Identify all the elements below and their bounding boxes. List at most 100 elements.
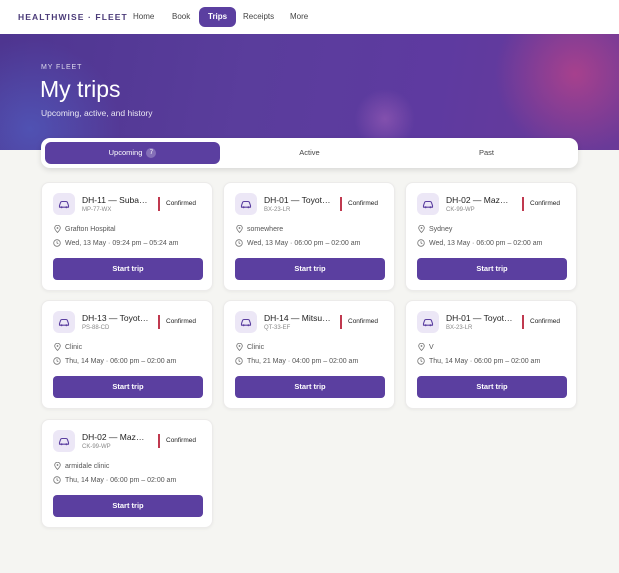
vehicle-plate: CK-99-WP: [82, 444, 111, 450]
tab-past[interactable]: Past: [399, 142, 574, 164]
car-icon: [235, 311, 257, 333]
map-pin-icon: [53, 462, 61, 470]
map-pin-icon: [53, 343, 61, 351]
trip-card: DH-02 — Mazda ... CK-99-WP Confirmed arm…: [41, 419, 213, 528]
vehicle-title: DH-01 — Toyota ...: [264, 195, 331, 205]
trip-time-text: Wed, 13 May · 06:00 pm – 02:00 am: [247, 239, 361, 247]
vehicle-plate: PS-88-CD: [82, 325, 110, 331]
clock-icon: [235, 239, 243, 247]
trip-location-text: armidale clinic: [65, 462, 110, 470]
trip-location: somewhere: [235, 225, 283, 233]
vehicle-plate: BX-23-LR: [264, 207, 291, 213]
clock-icon: [53, 239, 61, 247]
trip-time-text: Wed, 13 May · 09:24 pm – 05:24 am: [65, 239, 179, 247]
map-pin-icon: [53, 225, 61, 233]
start-trip-button[interactable]: Start trip: [417, 376, 567, 398]
vehicle-plate: BX-23-LR: [446, 325, 473, 331]
trip-location: Grafton Hospital: [53, 225, 116, 233]
map-pin-icon: [235, 225, 243, 233]
nav-trips[interactable]: Trips: [199, 7, 237, 27]
trip-time: Thu, 14 May · 06:00 pm – 02:00 am: [53, 357, 176, 365]
trip-location-text: Grafton Hospital: [65, 225, 116, 233]
trip-location-text: somewhere: [247, 225, 284, 233]
trip-tabs: Upcoming 7 Active Past: [41, 138, 578, 168]
trip-time: Thu, 14 May · 06:00 pm – 02:00 am: [53, 476, 176, 484]
vehicle-title: DH-02 — Mazda ...: [446, 195, 513, 205]
trip-card: DH-14 — Mitsubi... QT-33-EF Confirmed Cl…: [223, 300, 395, 409]
tab-upcoming-label: Upcoming: [108, 148, 143, 157]
car-icon: [417, 193, 439, 215]
status-badge: Confirmed: [158, 434, 200, 448]
vehicle-plate: CK-99-WP: [446, 207, 475, 213]
car-icon: [235, 193, 257, 215]
trip-location: Clinic: [53, 343, 82, 351]
trip-time-text: Thu, 14 May · 06:00 pm – 02:00 am: [429, 357, 541, 365]
page-title: My trips: [40, 76, 121, 102]
tab-active[interactable]: Active: [222, 142, 397, 164]
tab-upcoming-count: 7: [146, 148, 157, 159]
map-pin-icon: [417, 225, 425, 233]
trip-location: armidale clinic: [53, 462, 109, 470]
tab-past-label: Past: [478, 148, 494, 157]
start-trip-button[interactable]: Start trip: [235, 376, 385, 398]
clock-icon: [53, 476, 61, 484]
top-nav: HEALTHWISE · FLEET Home Book Trips Recei…: [0, 0, 619, 34]
trip-location-text: Clinic: [247, 343, 265, 351]
status-badge: Confirmed: [340, 197, 382, 211]
trip-card: DH-02 — Mazda ... CK-99-WP Confirmed Syd…: [405, 182, 577, 291]
nav-more[interactable]: More: [281, 7, 317, 27]
trip-card: DH-11 — Subaru ... MP-77-WX Confirmed Gr…: [41, 182, 213, 291]
nav-home[interactable]: Home: [124, 7, 163, 27]
car-icon: [417, 311, 439, 333]
nav-book[interactable]: Book: [163, 7, 199, 27]
start-trip-button[interactable]: Start trip: [235, 258, 385, 280]
hero-eyebrow: MY FLEET: [41, 64, 83, 71]
trip-time-text: Thu, 21 May · 04:00 pm – 02:00 am: [247, 357, 359, 365]
vehicle-title: DH-11 — Subaru ...: [82, 195, 149, 205]
trip-location-text: V: [429, 343, 434, 351]
status-badge: Confirmed: [158, 315, 200, 329]
clock-icon: [235, 357, 243, 365]
trip-time: Wed, 13 May · 09:24 pm – 05:24 am: [53, 239, 179, 247]
nav-receipts[interactable]: Receipts: [234, 7, 283, 27]
vehicle-title: DH-14 — Mitsubi...: [264, 313, 331, 323]
tab-active-label: Active: [299, 148, 320, 157]
trip-location-text: Clinic: [65, 343, 83, 351]
trip-location: Sydney: [417, 225, 452, 233]
car-icon: [53, 430, 75, 452]
trip-time: Thu, 14 May · 06:00 pm – 02:00 am: [417, 357, 540, 365]
status-badge: Confirmed: [522, 197, 564, 211]
trip-location: V: [417, 343, 434, 351]
trip-card: DH-01 — Toyota ... BX-23-LR Confirmed V …: [405, 300, 577, 409]
clock-icon: [53, 357, 61, 365]
status-badge: Confirmed: [522, 315, 564, 329]
trip-card: DH-01 — Toyota ... BX-23-LR Confirmed so…: [223, 182, 395, 291]
vehicle-plate: QT-33-EF: [264, 325, 291, 331]
status-badge: Confirmed: [158, 197, 200, 211]
start-trip-button[interactable]: Start trip: [417, 258, 567, 280]
map-pin-icon: [417, 343, 425, 351]
trip-time-text: Thu, 14 May · 06:00 pm – 02:00 am: [65, 476, 177, 484]
trip-location-text: Sydney: [429, 225, 453, 233]
map-pin-icon: [235, 343, 243, 351]
tab-upcoming[interactable]: Upcoming 7: [45, 142, 220, 164]
vehicle-title: DH-13 — Toyota ...: [82, 313, 149, 323]
clock-icon: [417, 357, 425, 365]
brand-logo[interactable]: HEALTHWISE · FLEET: [18, 12, 128, 22]
trip-time-text: Wed, 13 May · 06:00 pm – 02:00 am: [429, 239, 543, 247]
trip-time: Wed, 13 May · 06:00 pm – 02:00 am: [235, 239, 361, 247]
hero-banner: MY FLEET My trips Upcoming, active, and …: [0, 34, 619, 150]
trip-card: DH-13 — Toyota ... PS-88-CD Confirmed Cl…: [41, 300, 213, 409]
start-trip-button[interactable]: Start trip: [53, 376, 203, 398]
page-subtitle: Upcoming, active, and history: [41, 108, 153, 118]
car-icon: [53, 311, 75, 333]
car-icon: [53, 193, 75, 215]
status-badge: Confirmed: [340, 315, 382, 329]
vehicle-plate: MP-77-WX: [82, 207, 112, 213]
trip-time: Wed, 13 May · 06:00 pm – 02:00 am: [417, 239, 543, 247]
trip-location: Clinic: [235, 343, 264, 351]
start-trip-button[interactable]: Start trip: [53, 495, 203, 517]
clock-icon: [417, 239, 425, 247]
start-trip-button[interactable]: Start trip: [53, 258, 203, 280]
vehicle-title: DH-02 — Mazda ...: [82, 432, 149, 442]
